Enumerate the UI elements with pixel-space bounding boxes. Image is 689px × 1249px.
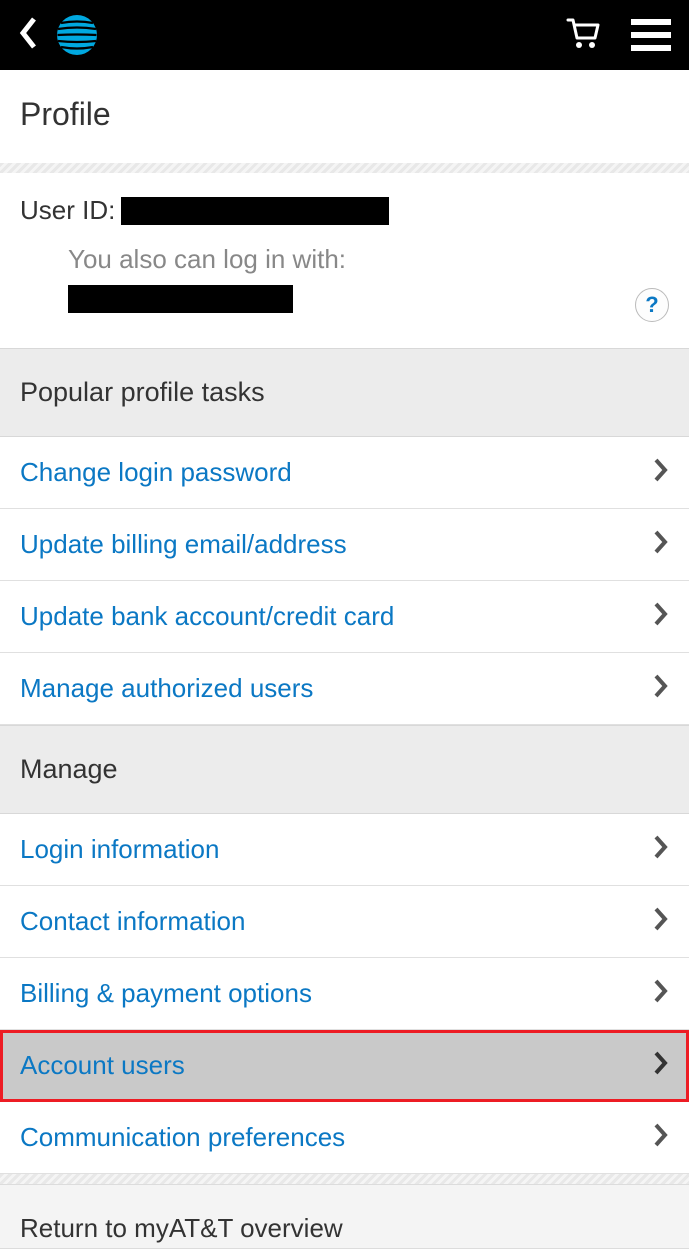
back-icon[interactable] [18, 16, 38, 55]
manage-account-users[interactable]: Account users [0, 1030, 689, 1102]
chevron-right-icon [653, 601, 669, 632]
list-item-label: Account users [20, 1050, 185, 1081]
chevron-right-icon [653, 834, 669, 865]
help-icon[interactable]: ? [635, 288, 669, 322]
section-header-popular: Popular profile tasks [0, 348, 689, 437]
task-update-bank-account[interactable]: Update bank account/credit card [0, 581, 689, 653]
list-item-label: Contact information [20, 906, 245, 937]
page-title-row: Profile [0, 70, 689, 163]
return-section: Return to myAT&T overview [0, 1184, 689, 1249]
top-navbar [0, 0, 689, 70]
task-update-billing-email[interactable]: Update billing email/address [0, 509, 689, 581]
chevron-right-icon [653, 1050, 669, 1081]
user-info-block: User ID: You also can log in with: ? [0, 173, 689, 348]
alt-login-value-redacted [68, 285, 293, 313]
task-manage-authorized-users[interactable]: Manage authorized users [0, 653, 689, 725]
manage-contact-information[interactable]: Contact information [0, 886, 689, 958]
list-item-label: Communication preferences [20, 1122, 345, 1153]
chevron-right-icon [653, 1122, 669, 1153]
menu-icon[interactable] [631, 19, 671, 51]
task-change-login-password[interactable]: Change login password [0, 437, 689, 509]
list-item-label: Manage authorized users [20, 673, 313, 704]
chevron-right-icon [653, 457, 669, 488]
login-with-text: You also can log in with: [68, 244, 669, 275]
list-item-label: Change login password [20, 457, 292, 488]
navbar-left [18, 14, 98, 56]
att-logo-icon[interactable] [56, 14, 98, 56]
section-header-manage: Manage [0, 725, 689, 814]
chevron-right-icon [653, 906, 669, 937]
manage-billing-payment-options[interactable]: Billing & payment options [0, 958, 689, 1030]
user-id-line: User ID: [20, 195, 669, 226]
cart-icon[interactable] [565, 15, 601, 56]
user-id-value-redacted [121, 197, 389, 225]
return-link[interactable]: Return to myAT&T overview [0, 1185, 689, 1248]
list-item-label: Login information [20, 834, 219, 865]
separator [0, 163, 689, 173]
chevron-right-icon [653, 978, 669, 1009]
user-id-label: User ID: [20, 195, 115, 226]
chevron-right-icon [653, 529, 669, 560]
separator [0, 1174, 689, 1184]
list-item-label: Update bank account/credit card [20, 601, 394, 632]
chevron-right-icon [653, 673, 669, 704]
manage-communication-preferences[interactable]: Communication preferences [0, 1102, 689, 1174]
manage-login-information[interactable]: Login information [0, 814, 689, 886]
page-title: Profile [20, 96, 669, 133]
list-item-label: Update billing email/address [20, 529, 347, 560]
navbar-right [565, 15, 671, 56]
list-item-label: Billing & payment options [20, 978, 312, 1009]
